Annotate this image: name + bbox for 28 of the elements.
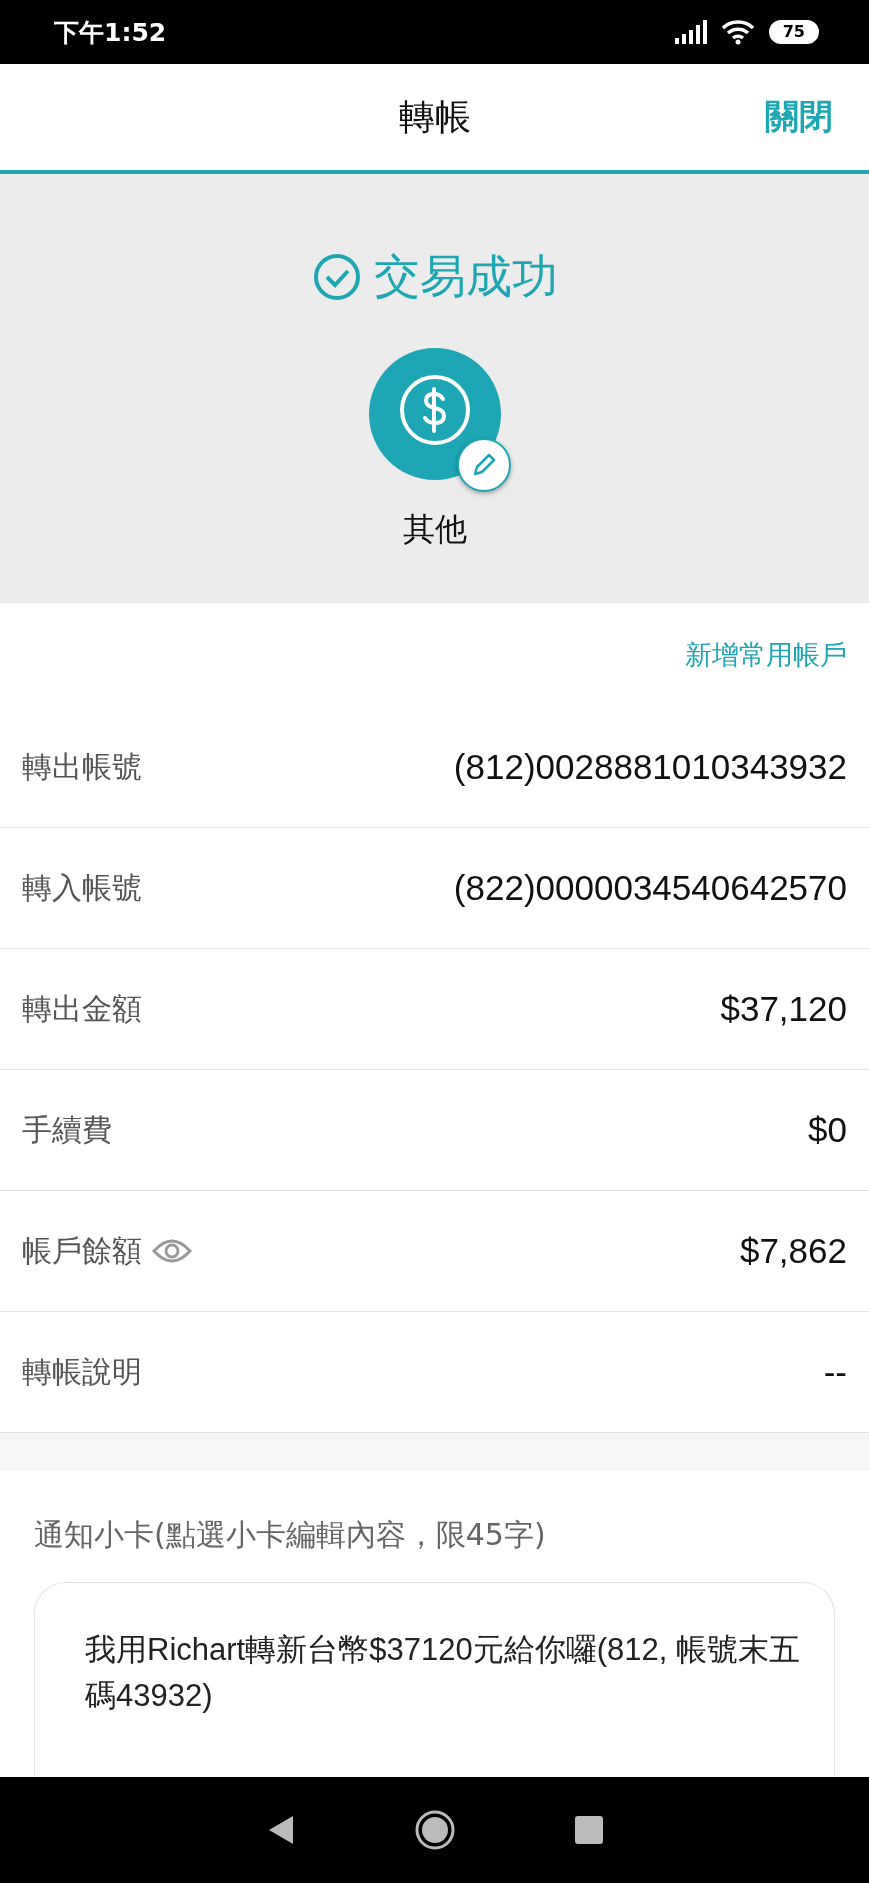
dollar-coin-icon — [368, 348, 501, 480]
category-label: 其他 — [402, 509, 467, 550]
detail-label: 帳戶餘額 — [22, 1231, 142, 1270]
wifi-icon — [720, 19, 755, 45]
detail-value: (812)0028881010343932 — [453, 747, 847, 787]
close-button[interactable]: 關閉 — [765, 94, 833, 140]
check-circle-icon — [311, 252, 362, 302]
battery-level: 75 — [768, 20, 819, 44]
success-message: 交易成功 — [373, 248, 558, 305]
detail-label: 轉出金額 — [22, 989, 142, 1028]
detail-label: 轉入帳號 — [22, 868, 142, 907]
detail-value: $0 — [808, 1110, 847, 1150]
eye-icon[interactable] — [152, 1237, 192, 1265]
detail-value: $7,862 — [739, 1231, 847, 1271]
detail-label: 手續費 — [22, 1110, 112, 1149]
edit-button[interactable] — [456, 438, 511, 492]
add-favorite-account-link[interactable]: 新增常用帳戶 — [685, 637, 847, 673]
detail-value: (822)0000034540642570 — [453, 868, 847, 908]
status-time: 下午1:52 — [54, 16, 168, 49]
home-icon[interactable] — [414, 1810, 455, 1850]
detail-label: 轉出帳號 — [22, 747, 142, 786]
signal-icon — [674, 20, 707, 44]
detail-value: -- — [823, 1352, 847, 1392]
detail-value: $37,120 — [720, 989, 847, 1029]
recents-icon[interactable] — [574, 1816, 603, 1844]
detail-label: 轉帳說明 — [22, 1352, 142, 1391]
screen-title: 轉帳 — [398, 94, 471, 139]
notice-card-label: 通知小卡(點選小卡編輯內容，限45字) — [34, 1516, 547, 1554]
